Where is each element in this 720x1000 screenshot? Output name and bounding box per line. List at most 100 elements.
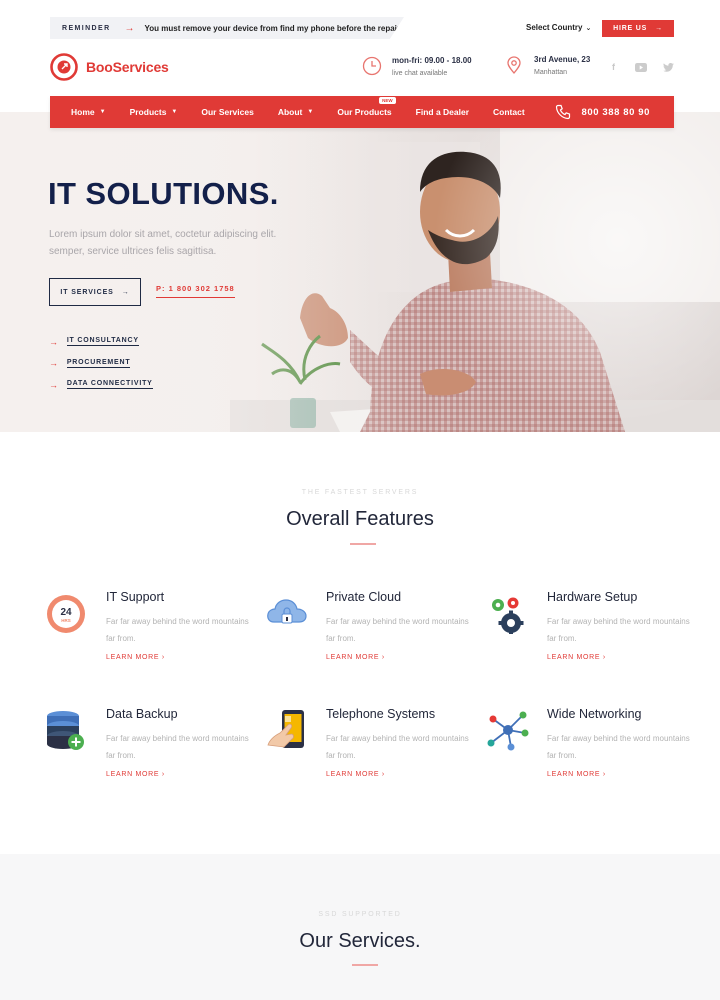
services-title: Our Services. [299, 930, 421, 952]
nav-item-label: Our Products [337, 107, 392, 117]
hero-link-it-consultancy[interactable]: → IT CONSULTANCY [49, 331, 153, 353]
feature-hardware-setup: Hardware Setup Far far away behind the w… [487, 590, 690, 690]
hire-us-label: HIRE US [613, 25, 648, 32]
caret-down-icon: ▼ [307, 109, 314, 115]
hero-link-procurement[interactable]: → PROCUREMENT [49, 353, 153, 375]
feature-it-support: 24 HRS IT Support Far far away behind th… [46, 590, 249, 690]
feature-private-cloud: Private Cloud Far far away behind the wo… [266, 590, 469, 690]
facebook-icon[interactable]: f [612, 62, 615, 72]
nav-item-label: Find a Dealer [415, 107, 470, 117]
arrow-right-icon: → [121, 288, 130, 296]
nav-item-label: Contact [493, 107, 525, 117]
feature-title: Data Backup [106, 707, 178, 721]
reminder-banner: REMINDER → You must remove your device f… [50, 17, 404, 39]
feature-telephone-systems: Telephone Systems Far far away behind th… [266, 707, 469, 807]
database-add-icon [47, 711, 84, 750]
services-kicker: SSD SUPPORTED [318, 911, 402, 918]
nav-item-our-products[interactable]: Our Products NEW [337, 97, 396, 117]
country-select[interactable]: Select Country ⌄ [526, 23, 591, 32]
caret-down-icon: ▼ [171, 109, 178, 115]
it-services-button[interactable]: IT SERVICES → [49, 278, 141, 306]
caret-down-icon: ▼ [99, 109, 106, 115]
chevron-down-icon: ⌄ [585, 25, 592, 32]
learn-more-link[interactable]: LEARN MORE › [547, 771, 606, 778]
learn-more-link[interactable]: LEARN MORE › [106, 771, 165, 778]
feature-desc: Far far away behind the word mountains f… [547, 734, 690, 760]
main-nav: Home ▼ Products ▼ Our Services About ▼ Our … [50, 96, 674, 128]
hero-section: IT SOLUTIONS. Lorem ipsum dolor sit amet… [0, 112, 720, 432]
hire-us-button[interactable]: HIRE US → [602, 20, 674, 37]
nav-item-products[interactable]: Products ▼ [130, 107, 178, 117]
hero-link-label: PROCUREMENT [66, 358, 131, 368]
phone-icon [556, 104, 571, 120]
services-section: SSD SUPPORTED Our Services. [0, 854, 720, 1000]
feature-desc: Far far away behind the word mountains f… [106, 617, 249, 643]
new-badge: NEW [379, 97, 396, 104]
hero-subtitle: Lorem ipsum dolor sit amet, coctetur adi… [49, 229, 277, 257]
feature-desc: Far far away behind the word mountains f… [326, 734, 469, 760]
reminder-tag: REMINDER [62, 24, 111, 32]
nav-item-about[interactable]: About ▼ [278, 107, 314, 117]
nav-item-home[interactable]: Home ▼ [71, 107, 106, 117]
arrow-right-icon: → [49, 336, 59, 347]
address-city: Manhattan [534, 69, 568, 76]
arrow-right-icon: → [49, 379, 59, 390]
learn-more-link[interactable]: LEARN MORE › [326, 654, 385, 661]
cloud-lock-icon [267, 599, 307, 624]
feature-title: Private Cloud [326, 590, 402, 604]
nav-item-find-a-dealer[interactable]: Find a Dealer [416, 107, 469, 117]
learn-more-link[interactable]: LEARN MORE › [547, 654, 606, 661]
reminder-text: You must remove your device from find my… [144, 23, 402, 33]
nav-item-label: Home [71, 107, 95, 117]
hours-text: mon-fri: 09.00 - 18.00 [392, 56, 472, 65]
nav-item-label: Our Services [201, 107, 254, 117]
it-services-label: IT SERVICES [60, 288, 114, 296]
address: 3rd Avenue, 23 Manhattan [504, 55, 590, 76]
svg-text:HRS: HRS [61, 618, 71, 623]
map-pin-icon [507, 56, 521, 75]
feature-desc: Far far away behind the word mountains f… [547, 617, 690, 643]
hero-link-label: DATA CONNECTIVITY [66, 380, 153, 390]
feature-desc: Far far away behind the word mountains f… [106, 734, 249, 760]
features-title: Overall Features [286, 508, 434, 530]
feature-wide-networking: Wide Networking Far far away behind the … [487, 707, 690, 807]
feature-data-backup: Data Backup Far far away behind the word… [46, 707, 249, 807]
svg-text:24: 24 [60, 607, 72, 618]
nav-item-contact[interactable]: Contact [493, 107, 525, 117]
hero-phone[interactable]: P: 1 800 302 1758 [156, 284, 235, 298]
learn-more-link[interactable]: LEARN MORE › [106, 654, 165, 661]
arrow-right-icon: → [124, 22, 135, 34]
logo-icon [50, 53, 78, 81]
opening-hours: mon-fri: 09.00 - 18.00 live chat availab… [362, 56, 472, 77]
nav-phone-number: 800 388 80 90 [581, 106, 650, 118]
address-street: 3rd Avenue, 23 [534, 55, 591, 64]
country-select-label: Select Country [526, 23, 583, 32]
features-divider [350, 543, 376, 545]
hero-link-label: IT CONSULTANCY [66, 337, 139, 347]
features-kicker: THE FASTEST SERVERS [301, 489, 419, 496]
logo-text: BooServices [86, 59, 169, 75]
feature-title: Hardware Setup [547, 590, 638, 604]
twitter-icon[interactable] [663, 63, 674, 72]
24-hours-support-icon: 24 HRS [47, 595, 85, 633]
gears-icon [492, 597, 524, 634]
network-nodes-icon [487, 711, 529, 751]
youtube-icon[interactable] [635, 63, 647, 72]
smartphone-touch-icon [267, 710, 304, 748]
clock-icon [362, 56, 382, 76]
hero-links: → IT CONSULTANCY → PROCUREMENT → DATA CO… [49, 331, 153, 396]
learn-more-link[interactable]: LEARN MORE › [326, 771, 385, 778]
hero-link-data-connectivity[interactable]: → DATA CONNECTIVITY [49, 374, 153, 396]
nav-item-our-services[interactable]: Our Services [201, 107, 253, 117]
live-chat-text: live chat available [392, 70, 448, 77]
feature-desc: Far far away behind the word mountains f… [326, 617, 469, 643]
services-divider [352, 964, 378, 966]
arrow-right-icon: → [49, 358, 59, 369]
arrow-right-icon: → [655, 25, 663, 32]
hero-glow [380, 112, 720, 432]
nav-item-label: Products [129, 107, 167, 117]
nav-phone[interactable]: 800 388 80 90 [555, 96, 650, 128]
feature-title: IT Support [106, 590, 165, 604]
feature-title: Wide Networking [547, 707, 642, 721]
logo[interactable]: BooServices [50, 53, 169, 81]
